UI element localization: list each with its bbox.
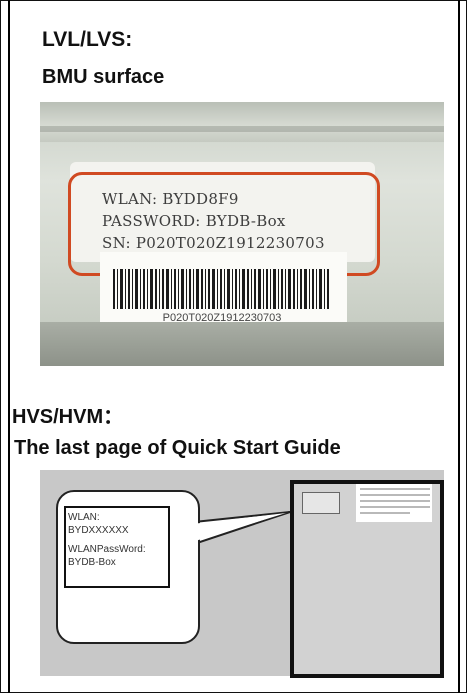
photo-top-ridge — [40, 102, 444, 142]
quick-start-guide-illustration: WLAN: BYDXXXXXX WLANPassWord: BYDB-Box — [40, 470, 444, 678]
right-border-line — [458, 0, 460, 693]
callout-password-value: BYDB-Box — [68, 557, 116, 568]
guide-text-line — [360, 512, 410, 514]
guide-label-box — [302, 492, 340, 514]
photo-ridge-shadow — [40, 126, 444, 132]
section2-subheading: The last page of Quick Start Guide — [14, 437, 341, 459]
callout-wlan-label: WLAN: — [68, 512, 100, 523]
barcode-graphic — [113, 269, 329, 309]
guide-text-line — [360, 506, 430, 508]
section2-heading: HVS/HVM： — [12, 406, 124, 428]
callout-wlan-value: BYDXXXXXX — [68, 525, 129, 536]
barcode-number: P020T020Z1912230703 — [162, 312, 282, 324]
section1-heading: LVL/LVS: — [42, 28, 133, 51]
photo-bottom-shadow — [40, 322, 444, 366]
section1-subheading: BMU surface — [42, 66, 165, 88]
left-border-line — [8, 0, 10, 693]
guide-text-line — [360, 488, 430, 490]
callout-password-label: WLANPassWord: — [68, 544, 146, 555]
bmu-surface-photo: WLAN: BYDD8F9 PASSWORD: BYDB-Box SN: P02… — [40, 102, 444, 366]
guide-text-line — [360, 500, 430, 502]
guide-text-line — [360, 494, 430, 496]
